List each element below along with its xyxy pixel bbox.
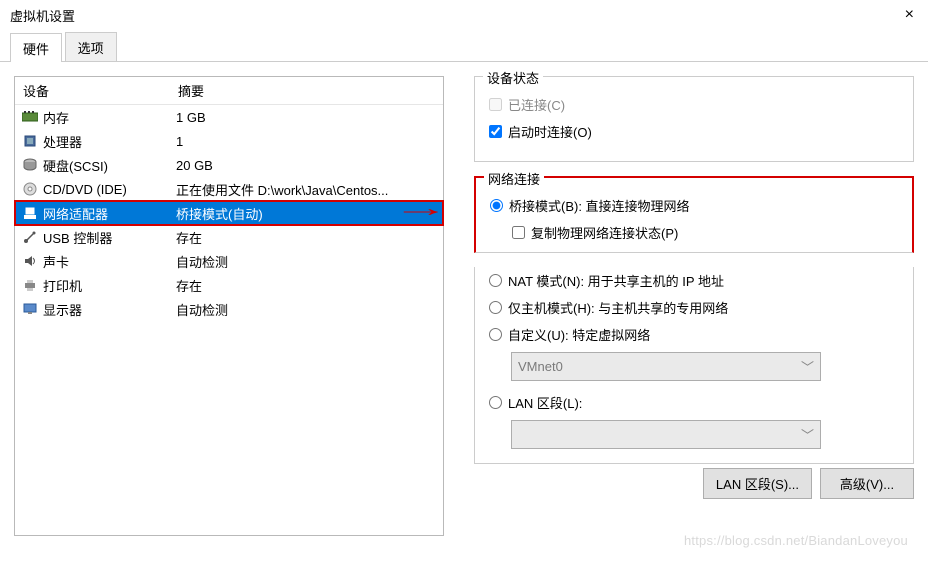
- advanced-button[interactable]: 高级(V)...: [820, 468, 914, 499]
- network-connection-group-cont: NAT 模式(N): 用于共享主机的 IP 地址 仅主机模式(H): 与主机共享…: [474, 267, 914, 464]
- row-sound[interactable]: 声卡 自动检测: [15, 249, 443, 273]
- titlebar: 虚拟机设置 ×: [0, 0, 928, 28]
- tab-hardware[interactable]: 硬件: [10, 33, 62, 62]
- chevron-down-icon: ﹀: [801, 357, 814, 376]
- cpu-icon: [21, 133, 39, 149]
- device-name: 显示器: [43, 300, 176, 319]
- custom-label: 自定义(U): 特定虚拟网络: [508, 325, 650, 344]
- hostonly-radio[interactable]: 仅主机模式(H): 与主机共享的专用网络: [489, 294, 899, 321]
- header-device: 设备: [23, 81, 178, 100]
- tab-options[interactable]: 选项: [65, 32, 117, 61]
- chevron-down-icon: ﹀: [801, 425, 814, 444]
- row-usb[interactable]: USB 控制器 存在: [15, 225, 443, 249]
- lanseg-input[interactable]: [489, 396, 502, 409]
- row-hdd[interactable]: 硬盘(SCSI) 20 GB: [15, 153, 443, 177]
- printer-icon: [21, 277, 39, 293]
- custom-select-value: VMnet0: [518, 359, 563, 374]
- close-icon[interactable]: ×: [905, 6, 918, 24]
- replicate-label: 复制物理网络连接状态(P): [531, 223, 678, 242]
- watermark: https://blog.csdn.net/BiandanLoveyou: [684, 533, 908, 548]
- network-icon: [21, 205, 39, 221]
- hostonly-label: 仅主机模式(H): 与主机共享的专用网络: [508, 298, 728, 317]
- device-name: 打印机: [43, 276, 176, 295]
- replicate-input[interactable]: [512, 226, 525, 239]
- lan-segments-button[interactable]: LAN 区段(S)...: [703, 468, 812, 499]
- device-summary: 存在: [176, 276, 437, 295]
- custom-radio[interactable]: 自定义(U): 特定虚拟网络: [489, 321, 899, 348]
- custom-vmnet-select: VMnet0 ﹀: [511, 352, 821, 381]
- tabstrip: 硬件 选项: [0, 32, 928, 62]
- nat-radio[interactable]: NAT 模式(N): 用于共享主机的 IP 地址: [489, 267, 899, 294]
- device-name: 硬盘(SCSI): [43, 156, 176, 175]
- group-title: 网络连接: [484, 169, 544, 188]
- device-name: 内存: [43, 108, 176, 127]
- nat-input[interactable]: [489, 274, 502, 287]
- button-row: LAN 区段(S)... 高级(V)...: [474, 468, 914, 499]
- connect-poweron-checkbox[interactable]: 启动时连接(O): [489, 118, 899, 145]
- device-name: 处理器: [43, 132, 176, 151]
- lanseg-label: LAN 区段(L):: [508, 393, 582, 412]
- arrow-annotation-icon: →: [392, 195, 450, 223]
- right-pane: → 设备状态 已连接(C) 启动时连接(O) 网络连接 桥接模式(B): 直接连…: [464, 76, 914, 536]
- row-printer[interactable]: 打印机 存在: [15, 273, 443, 297]
- row-network-adapter[interactable]: 网络适配器 桥接模式(自动): [15, 201, 443, 225]
- memory-icon: [21, 109, 39, 125]
- content: 设备 摘要 内存 1 GB 处理器 1 硬盘(SCSI) 20 GB CD/D: [0, 62, 928, 550]
- replicate-checkbox[interactable]: 复制物理网络连接状态(P): [490, 219, 898, 246]
- lanseg-select: ﹀: [511, 420, 821, 449]
- connect-poweron-input[interactable]: [489, 125, 502, 138]
- row-processor[interactable]: 处理器 1: [15, 129, 443, 153]
- connected-checkbox: 已连接(C): [489, 91, 899, 118]
- custom-input[interactable]: [489, 328, 502, 341]
- display-icon: [21, 301, 39, 317]
- sound-icon: [21, 253, 39, 269]
- connect-poweron-label: 启动时连接(O): [508, 122, 592, 141]
- device-summary: 1 GB: [176, 110, 437, 125]
- usb-icon: [21, 229, 39, 245]
- hdd-icon: [21, 157, 39, 173]
- device-name: 声卡: [43, 252, 176, 271]
- lanseg-radio[interactable]: LAN 区段(L):: [489, 389, 899, 416]
- device-status-group: 设备状态 已连接(C) 启动时连接(O): [474, 76, 914, 162]
- network-connection-group: 网络连接 桥接模式(B): 直接连接物理网络 复制物理网络连接状态(P): [474, 176, 914, 253]
- header-summary: 摘要: [178, 81, 435, 100]
- device-name: CD/DVD (IDE): [43, 182, 176, 197]
- device-list: 设备 摘要 内存 1 GB 处理器 1 硬盘(SCSI) 20 GB CD/D: [14, 76, 444, 536]
- hostonly-input[interactable]: [489, 301, 502, 314]
- device-name: USB 控制器: [43, 228, 176, 247]
- disc-icon: [21, 181, 39, 197]
- device-summary: 存在: [176, 228, 437, 247]
- list-header: 设备 摘要: [15, 77, 443, 105]
- bridged-radio[interactable]: 桥接模式(B): 直接连接物理网络: [490, 192, 898, 219]
- bridged-label: 桥接模式(B): 直接连接物理网络: [509, 196, 690, 215]
- row-display[interactable]: 显示器 自动检测: [15, 297, 443, 321]
- device-summary: 自动检测: [176, 252, 437, 271]
- device-summary: 1: [176, 134, 437, 149]
- device-summary: 自动检测: [176, 300, 437, 319]
- device-name: 网络适配器: [43, 204, 176, 223]
- nat-label: NAT 模式(N): 用于共享主机的 IP 地址: [508, 271, 724, 290]
- bridged-input[interactable]: [490, 199, 503, 212]
- device-summary: 20 GB: [176, 158, 437, 173]
- list-body: 内存 1 GB 处理器 1 硬盘(SCSI) 20 GB CD/DVD (IDE…: [15, 105, 443, 321]
- row-cddvd[interactable]: CD/DVD (IDE) 正在使用文件 D:\work\Java\Centos.…: [15, 177, 443, 201]
- connected-input: [489, 98, 502, 111]
- row-memory[interactable]: 内存 1 GB: [15, 105, 443, 129]
- connected-label: 已连接(C): [508, 95, 565, 114]
- group-title: 设备状态: [483, 68, 543, 87]
- window-title: 虚拟机设置: [10, 6, 75, 25]
